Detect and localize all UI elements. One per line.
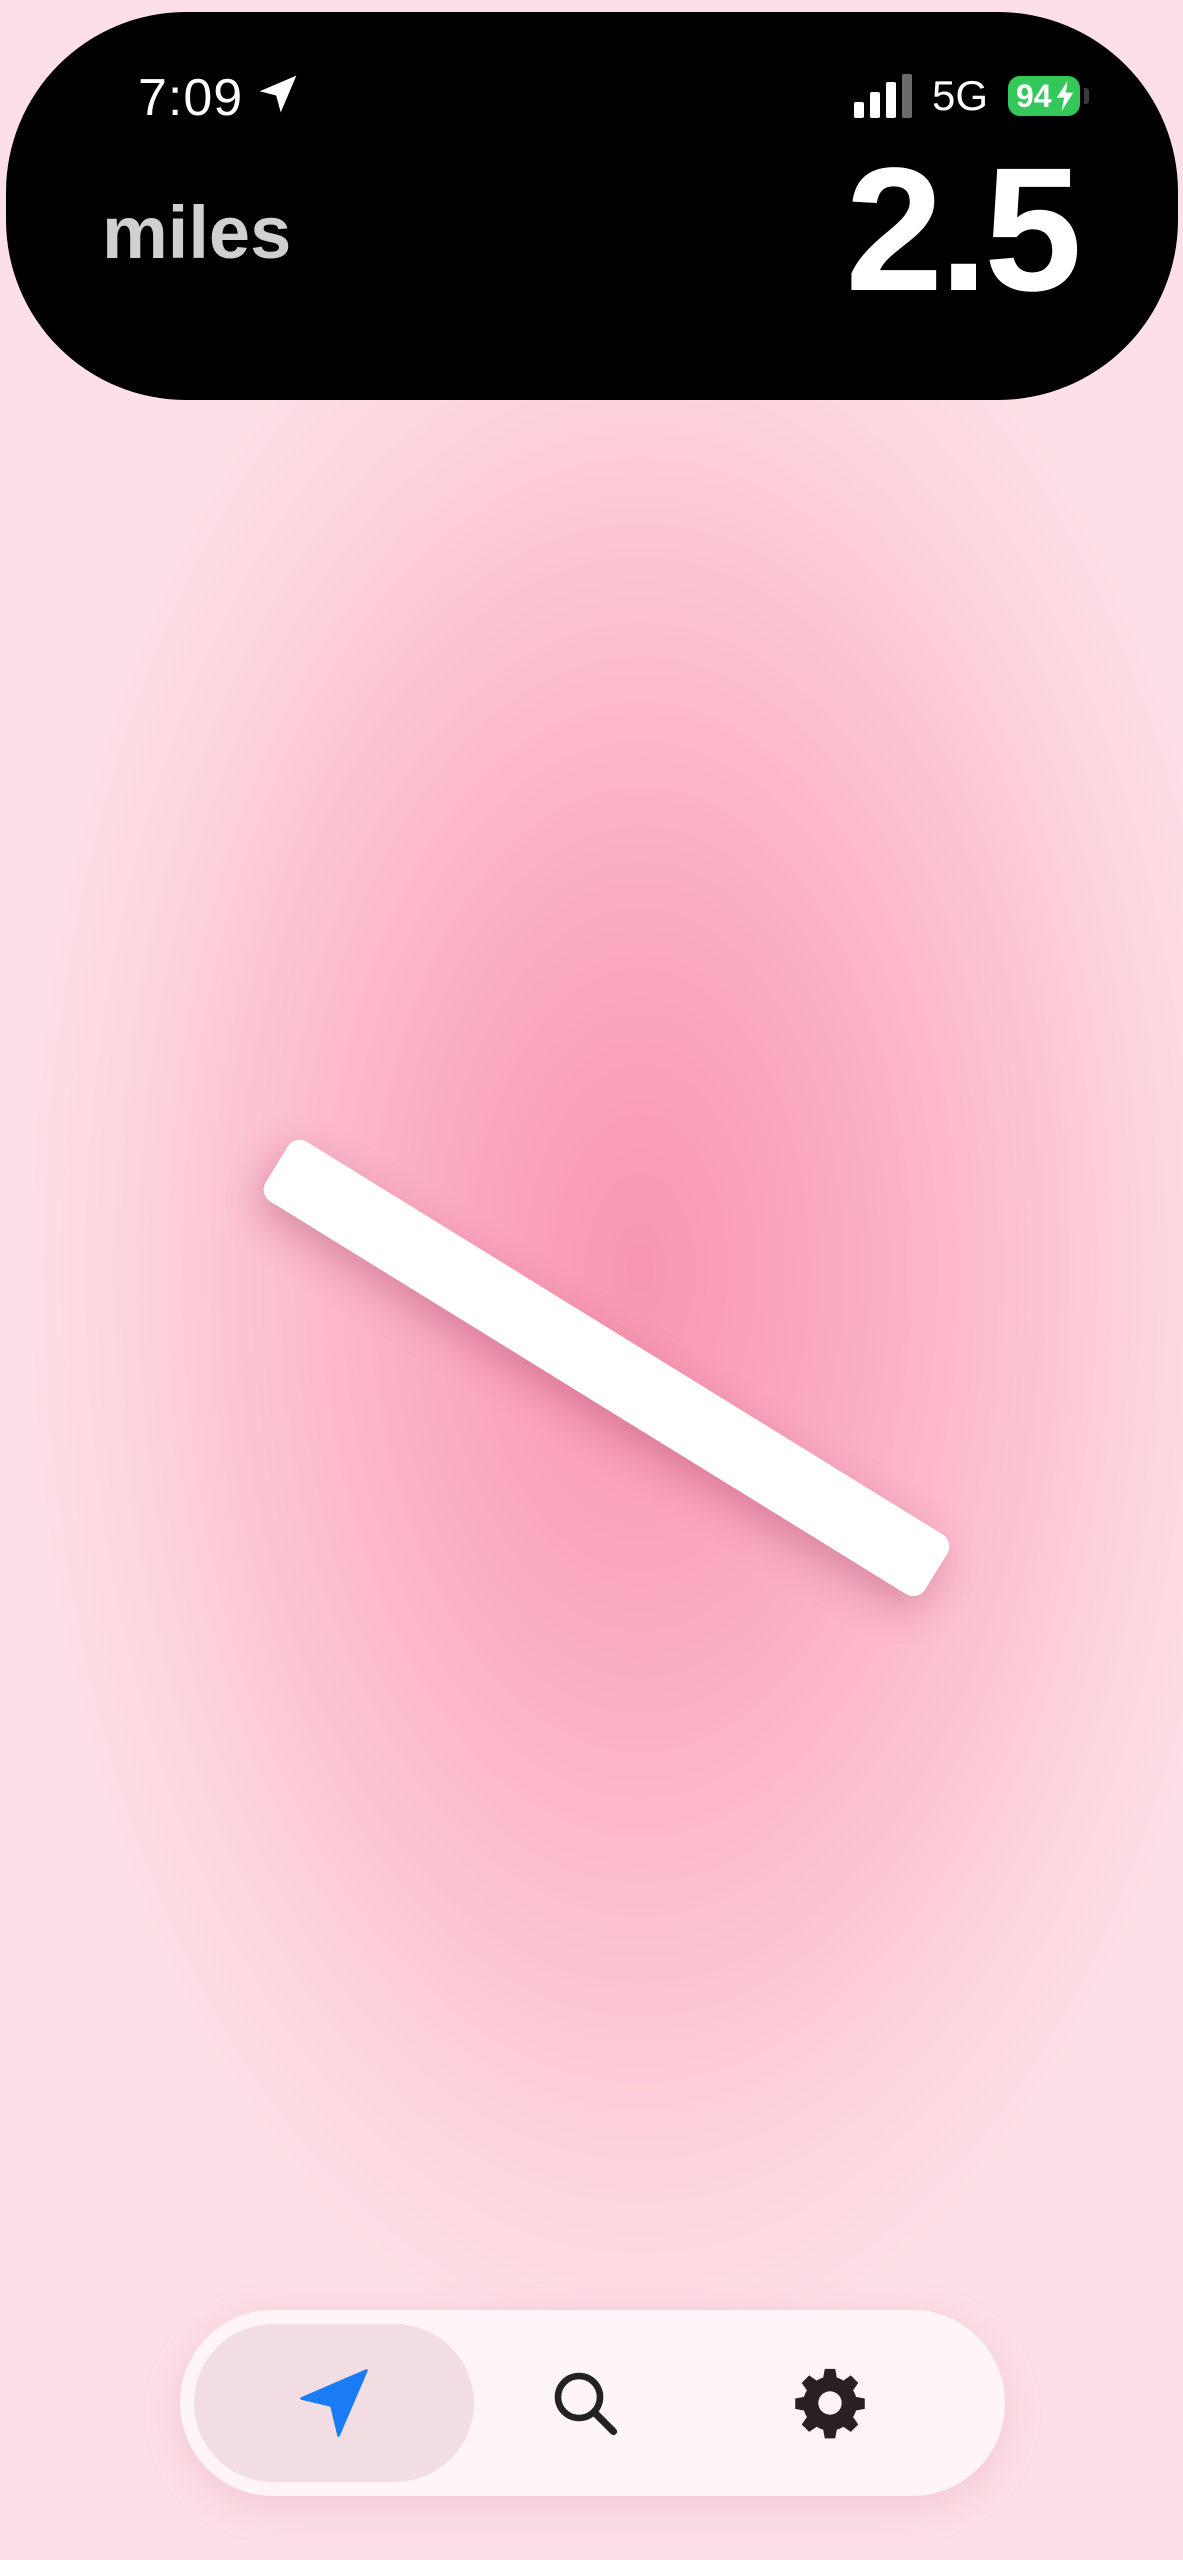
signal-bars-icon [854, 74, 912, 118]
battery-cap [1084, 88, 1089, 104]
bottom-tab-bar [180, 2310, 1005, 2496]
status-time: 7:09 [138, 69, 244, 127]
network-type: 5G [932, 72, 989, 119]
tab-navigate[interactable] [194, 2324, 474, 2482]
unit-label: miles [102, 191, 292, 274]
tab-search[interactable] [480, 2324, 690, 2482]
distance-value: 2.5 [845, 132, 1082, 328]
tab-settings[interactable] [740, 2324, 920, 2482]
location-arrow-icon [259, 75, 297, 113]
search-icon [554, 2372, 618, 2436]
gear-icon [795, 2368, 865, 2439]
direction-indicator [258, 1134, 955, 1602]
battery-level: 94 [1016, 77, 1052, 114]
lightning-bolt-icon [1056, 81, 1074, 111]
battery-indicator: 94 [1008, 76, 1080, 116]
distance-header: 7:09 5G 94 miles 2.5 [6, 12, 1178, 400]
navigation-arrow-icon [300, 2369, 368, 2437]
